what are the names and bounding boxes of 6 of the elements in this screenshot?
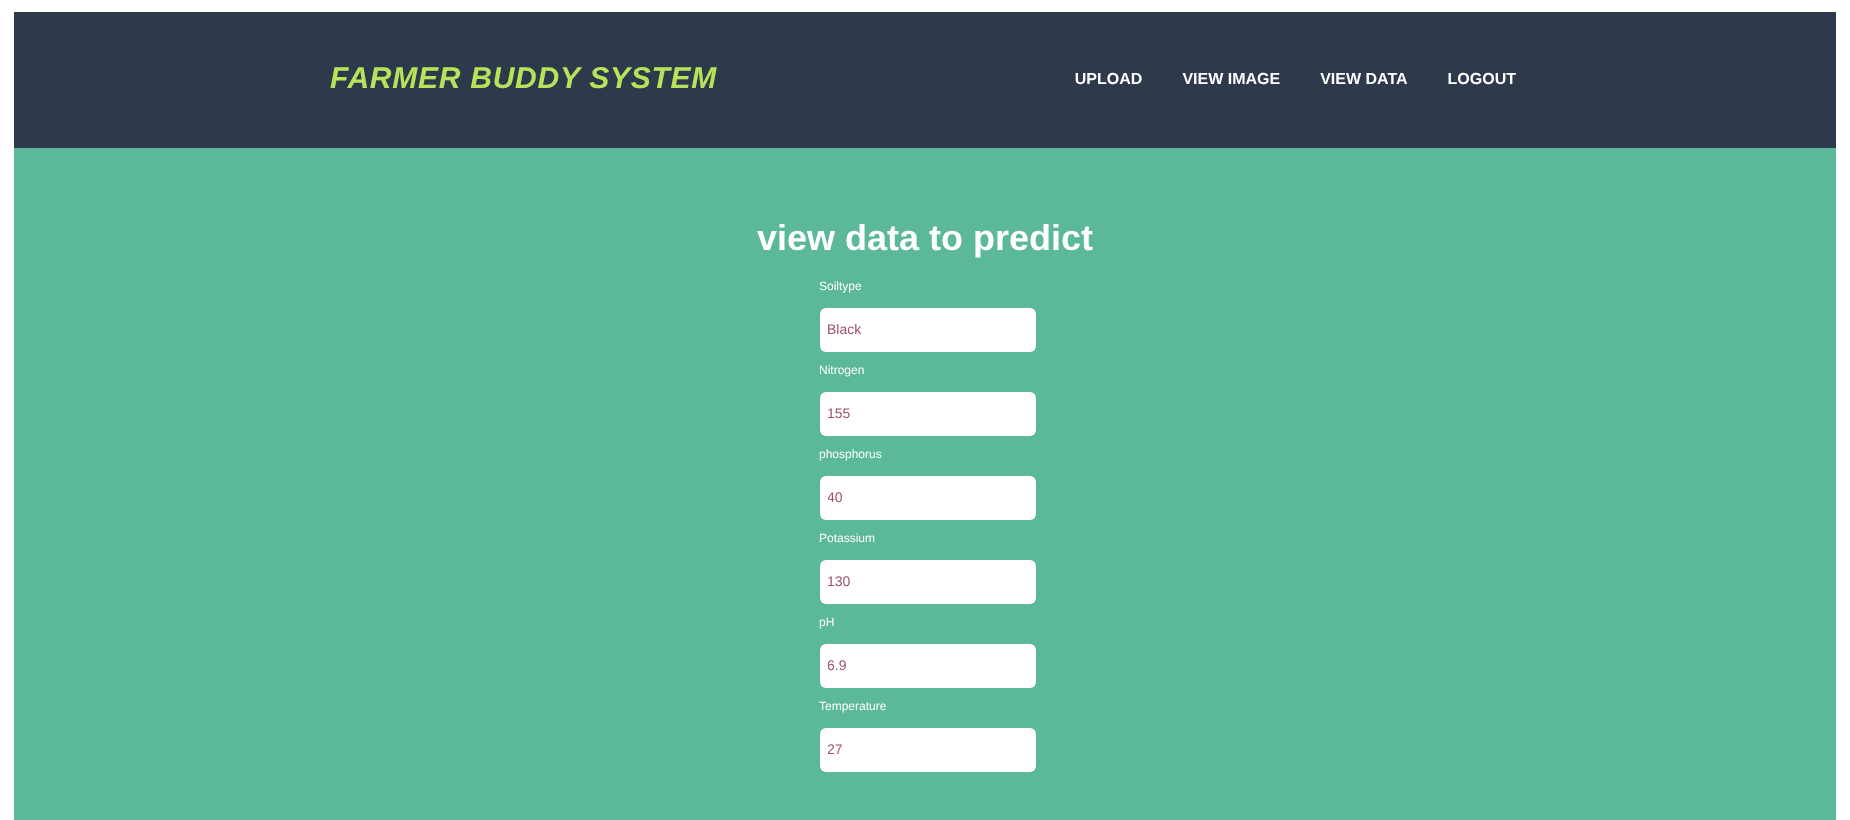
page-title: view data to predict (756, 216, 1094, 260)
nav-link[interactable]: VIEW IMAGE (1182, 68, 1281, 92)
nav-link[interactable]: VIEW DATA (1320, 68, 1408, 92)
nav-link[interactable]: UPLOAD (1074, 68, 1143, 92)
nav-link[interactable]: LOGOUT (1447, 68, 1516, 92)
brand-logo[interactable]: FARMER BUDDY SYSTEM (330, 57, 718, 103)
